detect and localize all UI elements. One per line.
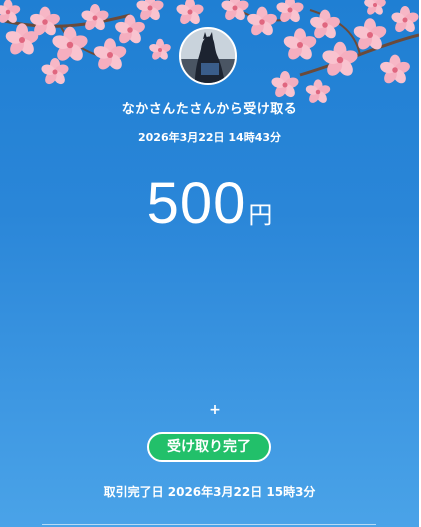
status-badge: 受け取り完了 [147, 432, 271, 462]
completed-date: 取引完了日 2026年3月22日 15時3分 [103, 485, 316, 499]
currency-unit: 円 [248, 201, 273, 229]
amount-value: 500 [146, 171, 247, 236]
amount-display: 500円 [0, 170, 419, 237]
avatar-photo-icon [181, 29, 235, 83]
transfer-datetime: 2026年3月22日 14時43分 [137, 131, 282, 144]
divider [42, 524, 376, 525]
plus-icon: + [209, 402, 221, 418]
transfer-card: なかさんたさんから受け取る 2026年3月22日 14時43分 500円 + 受… [0, 0, 419, 527]
sender-label: なかさんたさんから受け取る [121, 102, 298, 117]
sender-avatar [179, 27, 237, 85]
